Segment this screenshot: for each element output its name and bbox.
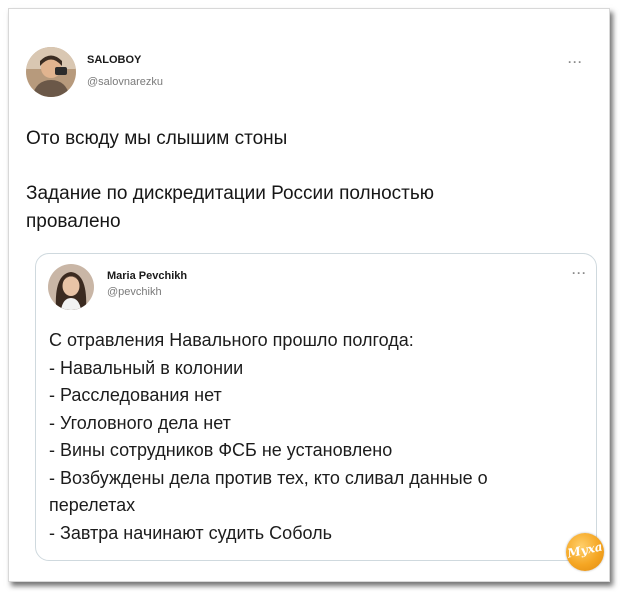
screenshot-frame: SALOBOY @salovnarezku ··· Ото всюду мы с… (8, 8, 610, 582)
quoted-author-handle[interactable]: @pevchikh (107, 286, 162, 298)
quoted-author-avatar-image (48, 264, 94, 310)
tweet-line: Ото всюду мы слышим стоны (26, 128, 288, 149)
quoted-tweet-text: С отравления Навального прошло полгода: … (49, 327, 488, 547)
quoted-author-avatar[interactable] (48, 264, 94, 310)
tweet-line: Задание по дискредитации России полность… (26, 183, 434, 204)
quoted-tweet-line: - Завтра начинают судить Соболь (49, 522, 332, 543)
watermark-text: Муха (566, 539, 604, 561)
author-name[interactable]: SALOBOY (87, 54, 141, 66)
author-avatar[interactable] (26, 47, 76, 97)
quoted-author-name[interactable]: Maria Pevchikh (107, 270, 187, 282)
quoted-tweet-line: - Вины сотрудников ФСБ не установлено (49, 440, 393, 460)
tweet-line: провалено (26, 211, 121, 232)
site-logo-icon: Муха (566, 533, 604, 571)
quoted-tweet-line: - Уголовного дела нет (49, 412, 231, 433)
quoted-tweet-line: перелетах (49, 495, 136, 515)
quoted-more-options-icon[interactable]: ··· (572, 266, 587, 280)
quoted-tweet-line: - Возбуждены дела против тех, кто сливал… (49, 467, 488, 488)
quoted-tweet-line: - Расследования нет (49, 385, 222, 405)
quoted-tweet-card[interactable]: Maria Pevchikh @pevchikh ··· С отравлени… (35, 253, 597, 561)
quoted-tweet-line: С отравления Навального прошло полгода: (49, 330, 414, 350)
tweet-text: Ото всюду мы слышим стоны Задание по дис… (26, 126, 434, 232)
more-options-icon[interactable]: ··· (568, 55, 583, 69)
quoted-tweet-line: - Навальный в колонии (49, 357, 244, 378)
author-handle[interactable]: @salovnarezku (87, 76, 163, 88)
author-avatar-image (26, 47, 76, 97)
